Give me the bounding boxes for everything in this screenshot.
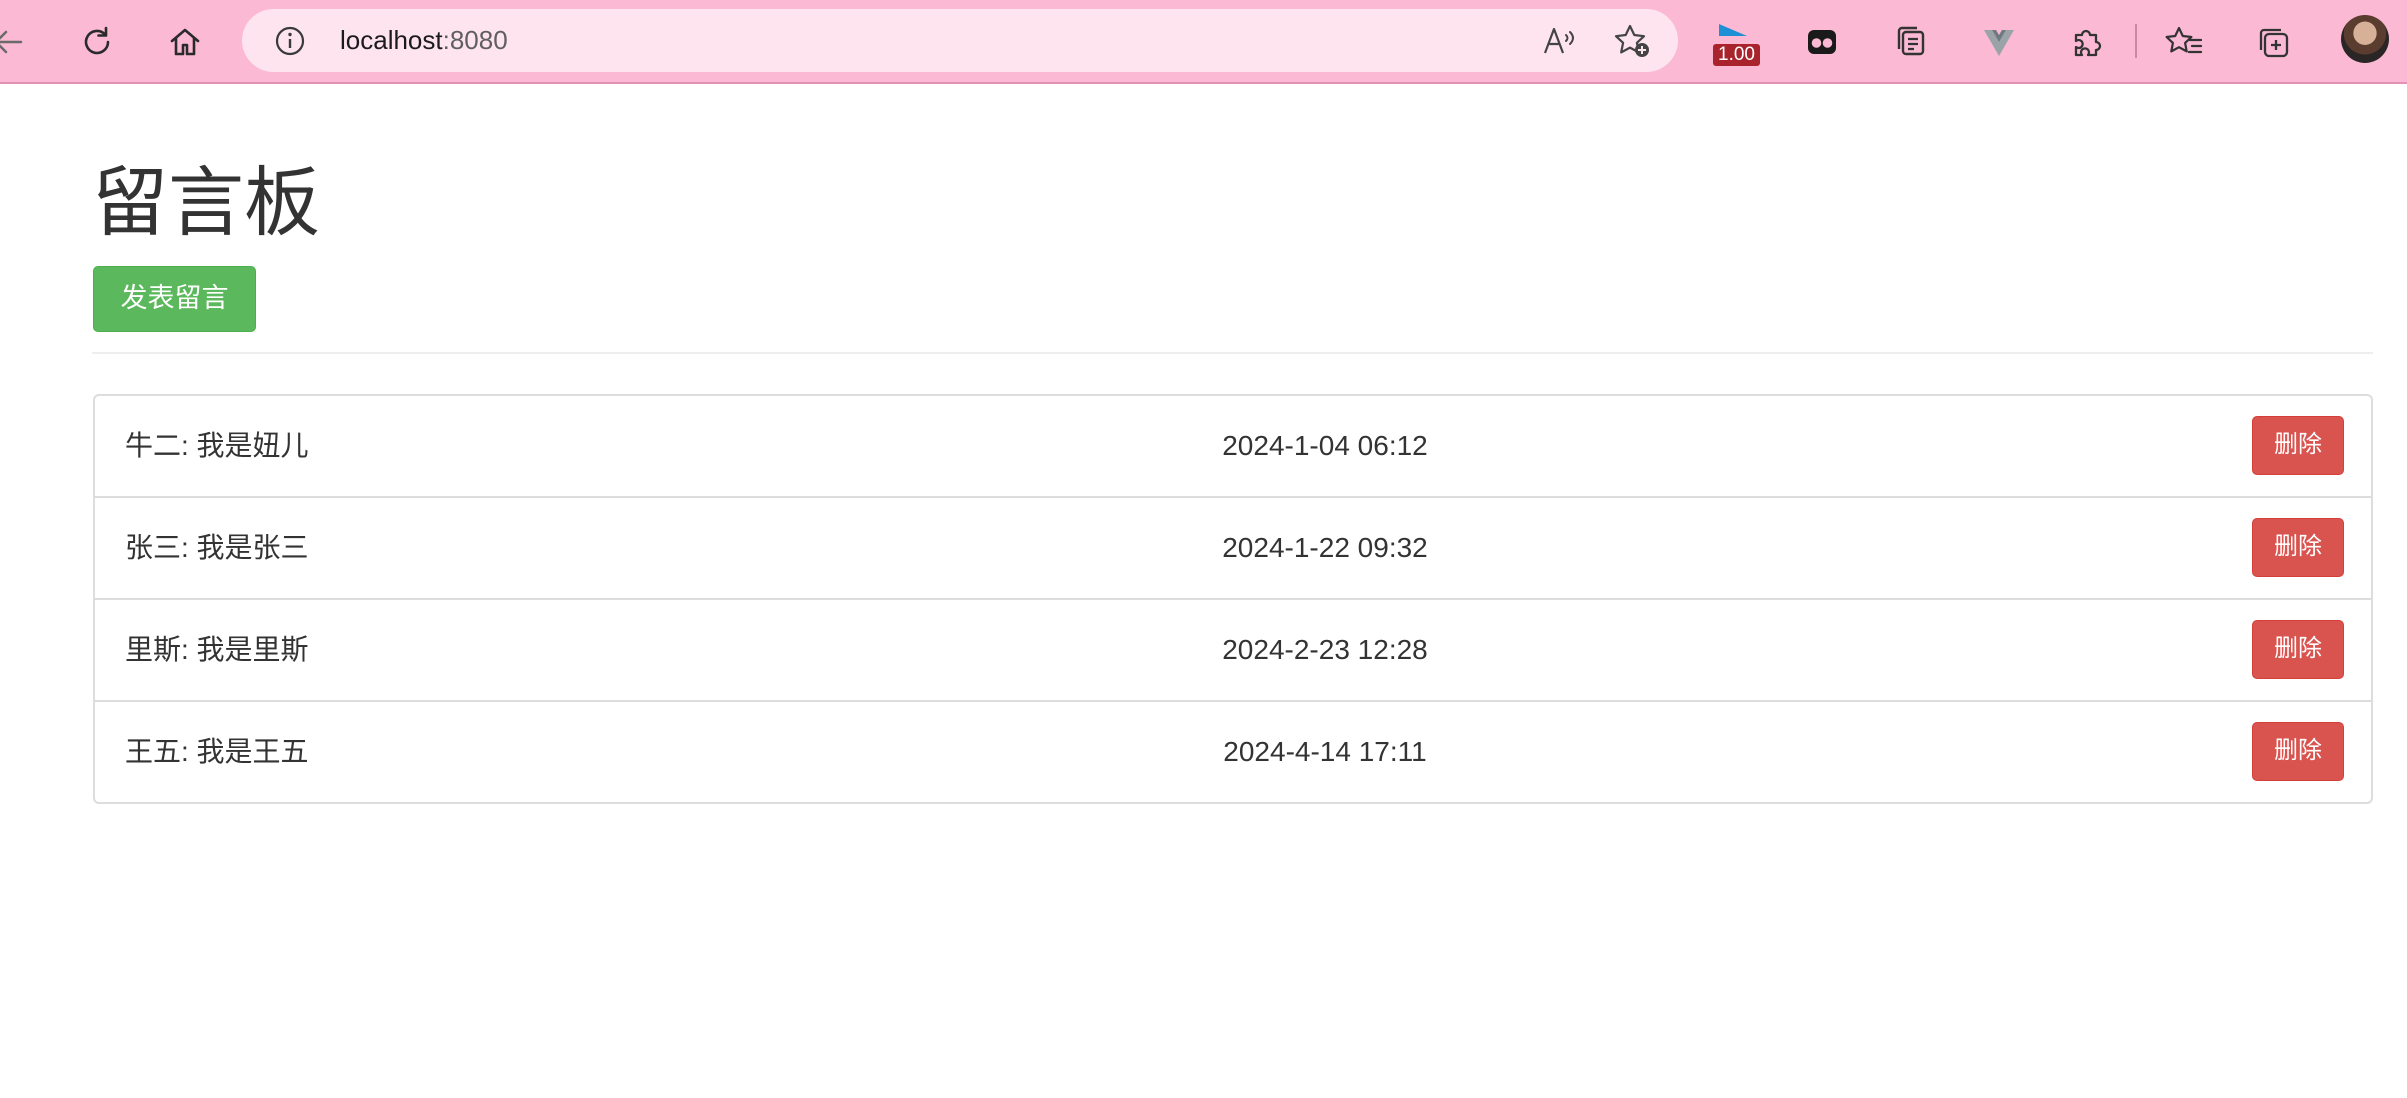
delete-button[interactable]: 删除 [2252,722,2344,781]
info-icon[interactable] [274,25,306,57]
message-time: 2024-2-23 12:28 [1222,634,1428,665]
divider [92,352,2373,354]
message-list: 牛二: 我是妞儿 2024-1-04 06:12 删除 张三: 我是张三 202… [93,394,2373,804]
vue-devtools-icon[interactable] [1971,14,2027,70]
message-time: 2024-1-04 06:12 [1222,430,1428,461]
toolbar-separator [2135,24,2137,58]
list-item: 张三: 我是张三 2024-1-22 09:32 删除 [95,496,2371,598]
profile-avatar[interactable] [2341,15,2389,63]
extension-badge: 1.00 [1713,44,1760,66]
home-icon[interactable] [157,14,213,70]
list-item: 牛二: 我是妞儿 2024-1-04 06:12 删除 [95,396,2371,496]
back-arrow-icon[interactable] [0,14,36,70]
list-item: 里斯: 我是里斯 2024-2-23 12:28 删除 [95,598,2371,700]
delete-button[interactable]: 删除 [2252,416,2344,475]
extension-player-button[interactable]: 1.00 [1707,14,1763,70]
list-item: 王五: 我是王五 2024-4-14 17:11 删除 [95,700,2371,802]
post-message-button[interactable]: 发表留言 [93,266,256,332]
extension-mask-icon[interactable] [1794,14,1850,70]
message-time: 2024-4-14 17:11 [1223,736,1427,767]
read-aloud-icon[interactable] [1542,25,1578,57]
message-text: 张三: 我是张三 [125,532,309,563]
address-bar[interactable]: localhost:8080 [242,9,1678,72]
favorites-icon[interactable] [2156,14,2212,70]
add-favorite-icon[interactable] [1612,23,1652,59]
message-text: 里斯: 我是里斯 [125,634,309,665]
message-text: 王五: 我是王五 [125,736,309,767]
add-tab-icon[interactable] [2245,14,2301,70]
delete-button[interactable]: 删除 [2252,620,2344,679]
extensions-puzzle-icon[interactable] [2058,14,2114,70]
page-title: 留言板 [92,161,320,246]
message-text: 牛二: 我是妞儿 [125,430,309,461]
browser-toolbar: localhost:8080 1.00 [0,0,2407,84]
refresh-icon[interactable] [69,14,125,70]
url-text[interactable]: localhost:8080 [340,9,508,72]
delete-button[interactable]: 删除 [2252,518,2344,577]
collections-icon[interactable] [1883,14,1939,70]
message-time: 2024-1-22 09:32 [1222,532,1428,563]
